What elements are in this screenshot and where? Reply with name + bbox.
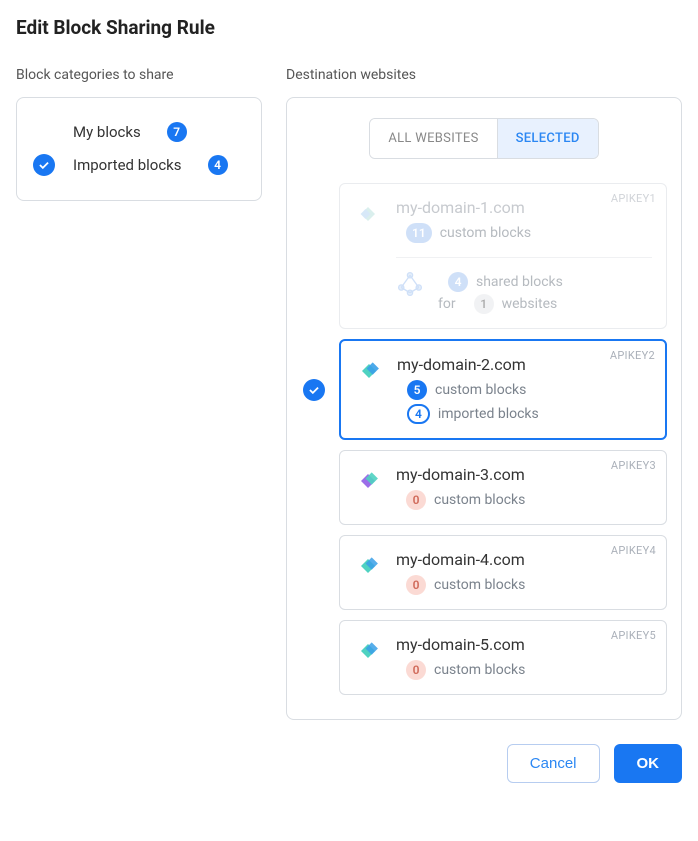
- shared-label: shared blocks: [476, 274, 563, 290]
- site-card[interactable]: APIKEY3 my-domain-3.com 0 custom blocks: [339, 450, 667, 525]
- for-label: websites: [502, 296, 558, 312]
- custom-label: custom blocks: [440, 225, 531, 241]
- custom-count-badge: 5: [407, 380, 427, 400]
- imported-label: imported blocks: [438, 406, 539, 422]
- site-list: APIKEY1 my-domain-1.com 11 custom blocks: [301, 183, 667, 695]
- check-circle-icon: [33, 154, 55, 176]
- custom-count-badge: 0: [406, 490, 426, 510]
- cancel-button[interactable]: Cancel: [507, 744, 600, 783]
- custom-label: custom blocks: [435, 382, 526, 398]
- check-circle-icon[interactable]: [303, 379, 325, 401]
- category-count-badge: 4: [208, 155, 228, 175]
- categories-section-label: Block categories to share: [16, 67, 262, 83]
- api-key-label: APIKEY4: [611, 544, 656, 557]
- checkbox-slot: [31, 154, 57, 176]
- api-key-label: APIKEY1: [611, 192, 656, 205]
- dialog-title: Edit Block Sharing Rule: [16, 16, 682, 39]
- blocks-icon: [355, 357, 383, 385]
- for-count-badge: 1: [474, 294, 494, 314]
- for-prefix: for: [438, 296, 456, 312]
- api-key-label: APIKEY2: [610, 349, 655, 362]
- share-graph-icon: [396, 270, 424, 298]
- blocks-icon: [354, 637, 382, 665]
- site-card[interactable]: APIKEY1 my-domain-1.com 11 custom blocks: [339, 183, 667, 329]
- tab-all-websites[interactable]: ALL WEBSITES: [370, 119, 496, 158]
- site-row: APIKEY2 my-domain-2.com 5 custom blocks: [301, 339, 667, 440]
- shared-count-badge: 4: [448, 272, 468, 292]
- api-key-label: APIKEY3: [611, 459, 656, 472]
- custom-count-badge: 0: [406, 575, 426, 595]
- site-row: APIKEY5 my-domain-5.com 0 custom blocks: [301, 620, 667, 695]
- category-row-my-blocks[interactable]: My blocks 7: [31, 116, 247, 148]
- site-card[interactable]: APIKEY2 my-domain-2.com 5 custom blocks: [339, 339, 667, 440]
- site-card[interactable]: APIKEY4 my-domain-4.com 0 custom blocks: [339, 535, 667, 610]
- imported-count-badge: 4: [407, 404, 430, 424]
- custom-count-badge: 0: [406, 660, 426, 680]
- blocks-icon: [354, 552, 382, 580]
- destinations-section-label: Destination websites: [286, 67, 682, 83]
- category-count-badge: 7: [167, 122, 187, 142]
- dialog-actions: Cancel OK: [286, 744, 682, 783]
- custom-label: custom blocks: [434, 492, 525, 508]
- blocks-icon: [354, 200, 382, 228]
- site-row: APIKEY4 my-domain-4.com 0 custom blocks: [301, 535, 667, 610]
- categories-panel: My blocks 7 Imported blocks 4: [16, 97, 262, 201]
- website-filter-tabs: ALL WEBSITES SELECTED: [369, 118, 598, 159]
- custom-count-badge: 11: [406, 223, 432, 243]
- tab-selected[interactable]: SELECTED: [497, 119, 598, 158]
- custom-label: custom blocks: [434, 577, 525, 593]
- ok-button[interactable]: OK: [614, 744, 683, 783]
- api-key-label: APIKEY5: [611, 629, 656, 642]
- custom-label: custom blocks: [434, 662, 525, 678]
- destinations-panel: ALL WEBSITES SELECTED APIKEY1 my-: [286, 97, 682, 720]
- category-label: Imported blocks: [73, 156, 182, 174]
- category-label: My blocks: [73, 123, 141, 141]
- site-row: APIKEY3 my-domain-3.com 0 custom blocks: [301, 450, 667, 525]
- site-row: APIKEY1 my-domain-1.com 11 custom blocks: [301, 183, 667, 329]
- category-row-imported-blocks[interactable]: Imported blocks 4: [31, 148, 247, 182]
- site-card[interactable]: APIKEY5 my-domain-5.com 0 custom blocks: [339, 620, 667, 695]
- site-check-slot: [301, 379, 327, 401]
- blocks-icon: [354, 467, 382, 495]
